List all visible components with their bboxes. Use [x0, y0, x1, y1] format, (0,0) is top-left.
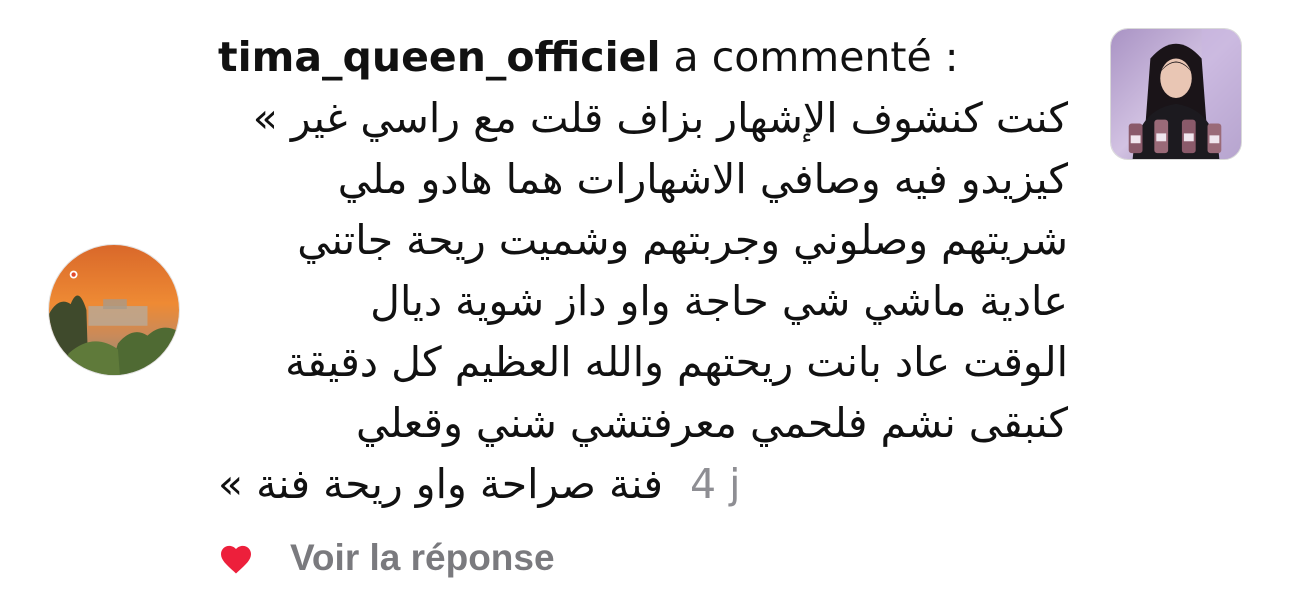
heart-icon[interactable]	[218, 542, 254, 575]
comment-line: كنبقى نشم فلحمي معرفتشي شني وقعلي	[355, 399, 1068, 447]
user-avatar[interactable]	[48, 244, 180, 376]
comment-line: الوقت عاد بانت ريحتهم والله العظيم كل دق…	[285, 338, 1068, 386]
username[interactable]: tima_queen_officiel	[218, 33, 661, 81]
comment-actions: Voir la réponse	[218, 530, 555, 586]
comment-line: كيزيدو فيه وصافي الاشهارات هما هادو ملي	[337, 155, 1068, 203]
timestamp: 4 j	[690, 460, 741, 508]
comment-notification[interactable]: tima_queen_officiel a commenté : كنت كنش…	[0, 0, 1290, 596]
comment-line: عادية ماشي شي حاجة واو داز شوية ديال	[370, 277, 1068, 325]
action-text: a commenté :	[673, 33, 959, 81]
view-reply-link[interactable]: Voir la réponse	[290, 537, 555, 579]
post-thumbnail[interactable]	[1110, 28, 1242, 160]
notification-headline: tima_queen_officiel a commenté :	[218, 28, 1088, 86]
comment-line: فنة صراحة واو ريحة فنة »	[218, 460, 663, 508]
comment-text: كنت كنشوف الإشهار بزاف قلت مع راسي غير »…	[218, 88, 1068, 515]
post-thumbnail-image	[1111, 29, 1241, 159]
comment-line: شريتهم وصلوني وجربتهم وشميت ريحة جاتني	[297, 216, 1068, 264]
notification-content: tima_queen_officiel a commenté : كنت كنش…	[218, 28, 1088, 515]
comment-last-line: فنة صراحة واو ريحة فنة » 4 j	[218, 454, 1068, 515]
comment-line: كنت كنشوف الإشهار بزاف قلت مع راسي غير »	[252, 94, 1068, 142]
avatar-sunset-image	[49, 245, 179, 375]
